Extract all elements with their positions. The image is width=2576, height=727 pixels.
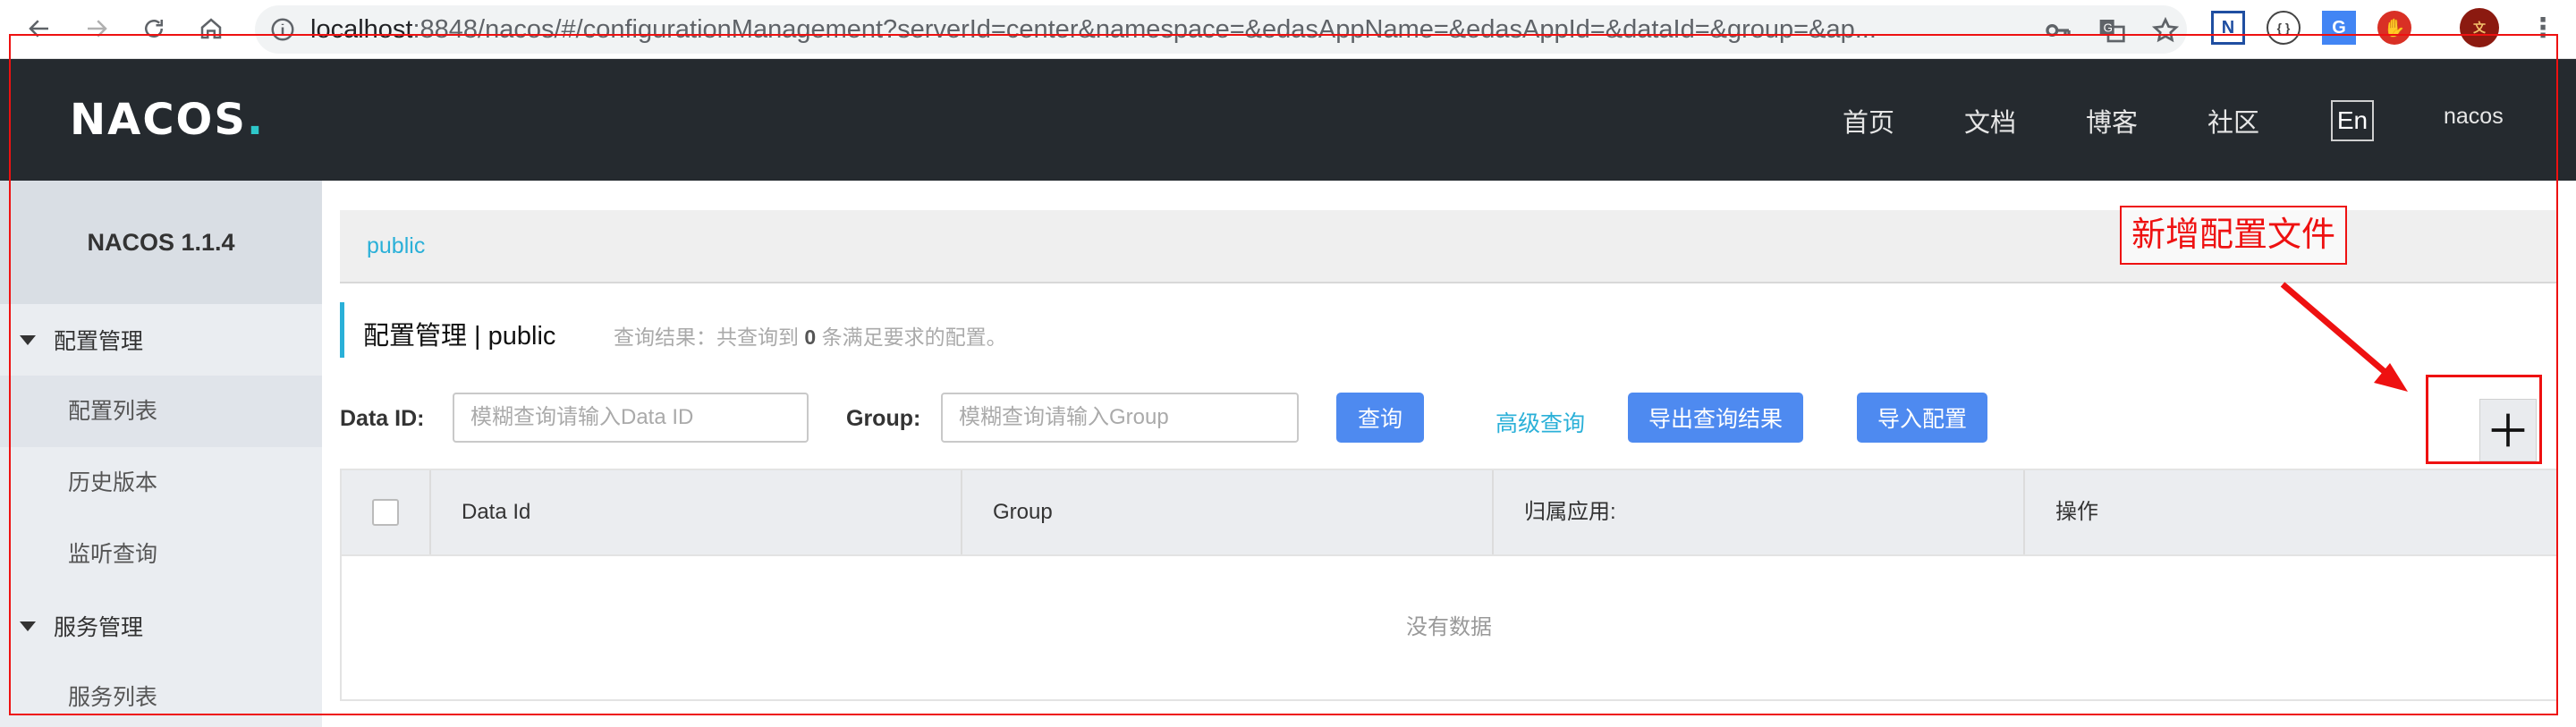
- google-translate-extension-icon[interactable]: G: [2322, 11, 2356, 45]
- dataid-label: Data ID:: [340, 406, 425, 431]
- user-name[interactable]: nacos: [2444, 104, 2504, 130]
- nacos-logo[interactable]: NACOS.: [70, 95, 265, 145]
- arrow-left-icon: [29, 20, 48, 38]
- key-icon[interactable]: [2044, 16, 2072, 45]
- result-suffix: 条满足要求的配置。: [821, 325, 1007, 349]
- result-count: 0: [804, 325, 817, 349]
- advanced-query-link[interactable]: 高级查询: [1496, 406, 1585, 438]
- address-bar[interactable]: localhost:8848/nacos/#/configurationMana…: [255, 5, 2187, 54]
- page-title-row: 配置管理 | public 查询结果：共查询到 0 条满足要求的配置。: [340, 302, 1682, 358]
- adblock-extension-icon[interactable]: ✋: [2377, 11, 2411, 45]
- arrow-right-icon: [88, 20, 107, 38]
- back-button[interactable]: [20, 9, 59, 48]
- column-group: Group: [962, 470, 1494, 554]
- table-header: Data Id Group 归属应用: 操作: [342, 470, 2556, 556]
- select-all-checkbox[interactable]: [372, 499, 399, 526]
- nav-blog[interactable]: 博客: [2086, 102, 2138, 139]
- logo-dot: .: [246, 95, 266, 145]
- info-icon[interactable]: [269, 16, 296, 43]
- app-header: NACOS. 首页 文档 博客 社区 En nacos: [0, 59, 2576, 181]
- url-text[interactable]: localhost:8848/nacos/#/configurationMana…: [310, 5, 2010, 54]
- star-icon[interactable]: [2151, 16, 2180, 45]
- url-path: :8848/nacos/#/configurationManagement?se…: [412, 15, 1877, 44]
- config-table: Data Id Group 归属应用: 操作 没有数据: [340, 469, 2558, 701]
- nav-home[interactable]: 首页: [1843, 102, 1894, 139]
- import-config-button[interactable]: 导入配置: [1857, 393, 1987, 443]
- onenote-extension-icon[interactable]: N: [2211, 11, 2245, 45]
- reload-button[interactable]: [134, 9, 174, 48]
- nav-docs[interactable]: 文档: [1964, 102, 2016, 139]
- column-app: 归属应用:: [1494, 470, 2025, 554]
- logo-text: NACOS: [70, 95, 247, 145]
- column-data-id: Data Id: [431, 470, 962, 554]
- empty-state: 没有数据: [1406, 615, 1492, 639]
- group-search-input[interactable]: [941, 393, 1299, 443]
- title-accent-bar: [340, 302, 344, 358]
- caret-down-icon: [20, 621, 36, 631]
- caret-down-icon: [20, 334, 36, 345]
- group-label: Group:: [846, 406, 921, 431]
- dataid-search-input[interactable]: [453, 393, 809, 443]
- sidebar-group-service[interactable]: 服务管理: [0, 590, 322, 662]
- column-actions: 操作: [2055, 500, 2098, 524]
- more-menu-icon[interactable]: ⋮: [2526, 11, 2560, 45]
- nav-community[interactable]: 社区: [2207, 102, 2259, 139]
- select-all-cell: [342, 470, 431, 554]
- svg-text:G: G: [2104, 21, 2113, 34]
- annotation-arrow-icon: [2280, 282, 2408, 392]
- export-results-button[interactable]: 导出查询结果: [1628, 393, 1803, 443]
- annotation-label: 新增配置文件: [2120, 206, 2347, 265]
- sidebar-item-listener-query[interactable]: 监听查询: [0, 519, 322, 590]
- language-toggle-button[interactable]: En: [2331, 100, 2374, 141]
- sidebar-group-label: 服务管理: [54, 615, 144, 640]
- version-label: NACOS 1.1.4: [0, 181, 322, 304]
- reload-icon: [145, 20, 163, 38]
- browser-toolbar: localhost:8848/nacos/#/configurationMana…: [0, 0, 2576, 59]
- result-prefix: 查询结果：共查询到: [614, 325, 799, 349]
- sidebar-group-label: 配置管理: [54, 329, 144, 354]
- plus-icon: [2491, 413, 2525, 447]
- json-extension-icon[interactable]: { }: [2267, 11, 2301, 45]
- page-title: 配置管理 | public: [363, 322, 556, 351]
- sidebar: NACOS 1.1.4 配置管理 配置列表 历史版本 监听查询 服务管理 服务列…: [0, 181, 322, 727]
- sidebar-item-history[interactable]: 历史版本: [0, 447, 322, 519]
- sidebar-item-config-list[interactable]: 配置列表: [0, 376, 322, 447]
- sidebar-group-config[interactable]: 配置管理: [0, 304, 322, 376]
- home-icon: [200, 18, 222, 39]
- profile-avatar[interactable]: 文: [2460, 8, 2499, 47]
- home-button[interactable]: [191, 9, 231, 48]
- add-config-button[interactable]: [2479, 399, 2537, 461]
- namespace-tab-public[interactable]: public: [367, 233, 425, 259]
- query-result-hint: 查询结果：共查询到 0 条满足要求的配置。: [614, 320, 1007, 351]
- search-button[interactable]: 查询: [1336, 393, 1424, 443]
- translate-icon[interactable]: G: [2097, 16, 2126, 45]
- forward-button[interactable]: [77, 9, 116, 48]
- sidebar-item-service-list[interactable]: 服务列表: [0, 662, 322, 727]
- url-host: localhost: [310, 15, 413, 44]
